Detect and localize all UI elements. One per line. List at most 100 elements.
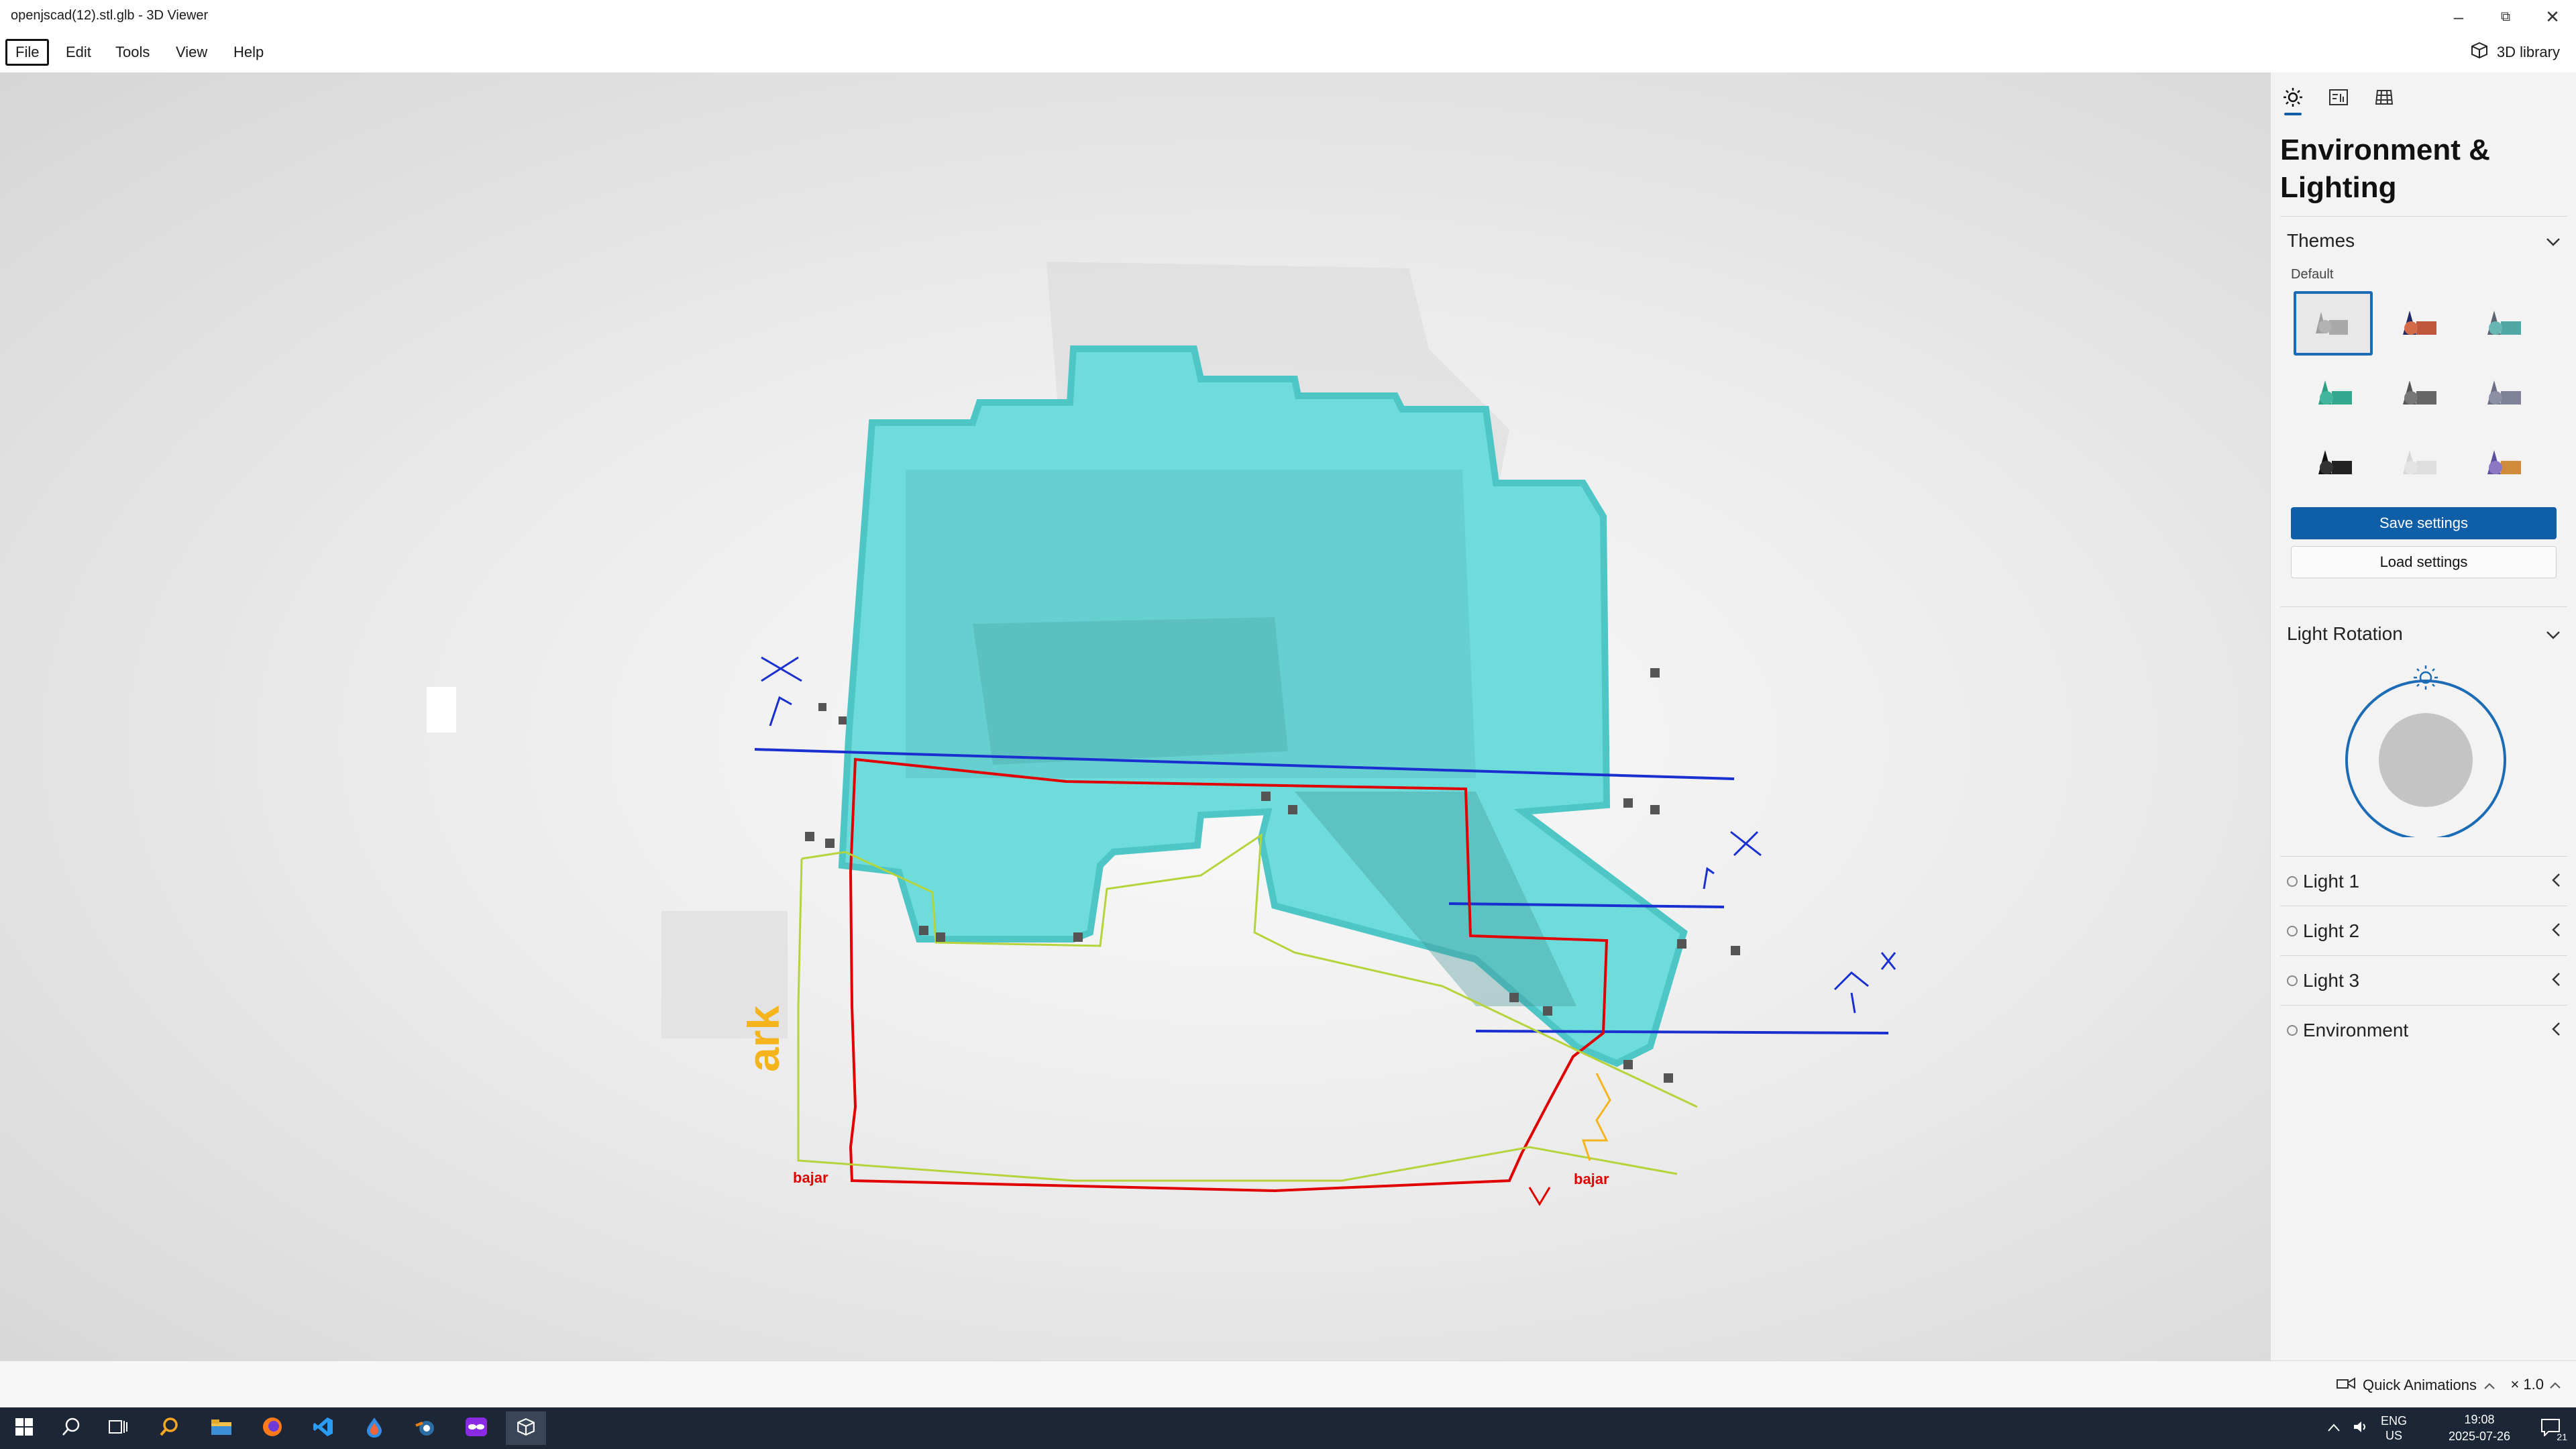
theme-thumb-icon bbox=[2318, 380, 2352, 405]
sun-handle-icon bbox=[2414, 665, 2438, 690]
light-1-label: Light 1 bbox=[2303, 870, 2360, 892]
start-button[interactable] bbox=[4, 1411, 44, 1445]
model-scene bbox=[427, 262, 1896, 1206]
minimize-button[interactable]: – bbox=[2435, 0, 2482, 34]
close-button[interactable]: ✕ bbox=[2529, 0, 2576, 34]
load-settings-button[interactable]: Load settings bbox=[2291, 546, 2557, 578]
theme-thumb-icon bbox=[2403, 311, 2436, 335]
chevron-left-icon bbox=[2551, 920, 2561, 942]
theme-option[interactable] bbox=[2294, 291, 2373, 356]
taskbar-app-privacy[interactable] bbox=[456, 1411, 496, 1445]
divider bbox=[2280, 216, 2567, 217]
quick-animations-label: Quick Animations bbox=[2363, 1377, 2477, 1393]
window-title: openjscad(12).stl.glb - 3D Viewer bbox=[11, 8, 209, 23]
light-3-toggle[interactable] bbox=[2287, 975, 2298, 986]
blue-x-far-right bbox=[1833, 952, 1896, 1014]
light-2-toggle[interactable] bbox=[2287, 925, 2298, 936]
taskbar: ENG US 19:08 2025-07-26 21 bbox=[0, 1407, 2576, 1449]
light-3-row[interactable]: Light 3 bbox=[2280, 955, 2567, 1005]
notification-count: 21 bbox=[2557, 1431, 2567, 1442]
theme-option[interactable] bbox=[2463, 291, 2542, 356]
theme-thumb-icon bbox=[2487, 380, 2521, 405]
vscode-icon bbox=[313, 1416, 334, 1441]
restore-button[interactable]: ⧉ bbox=[2482, 0, 2529, 34]
chevron-up-icon[interactable] bbox=[2327, 1421, 2341, 1436]
theme-thumb-icon bbox=[2403, 450, 2436, 474]
animation-icon bbox=[2336, 1376, 2356, 1395]
taskbar-app-search[interactable] bbox=[149, 1411, 189, 1445]
light-3-label: Light 3 bbox=[2303, 969, 2360, 991]
zoom-control[interactable]: × 1.0 bbox=[2510, 1376, 2561, 1393]
close-icon: ✕ bbox=[2545, 6, 2560, 27]
theme-option[interactable] bbox=[2294, 431, 2373, 495]
menu-file[interactable]: File bbox=[5, 39, 50, 66]
themes-grid bbox=[2294, 291, 2542, 495]
light-1-row[interactable]: Light 1 bbox=[2280, 856, 2567, 906]
red-arrow bbox=[1528, 1187, 1551, 1206]
theme-thumb-icon bbox=[2487, 450, 2521, 474]
theme-option[interactable] bbox=[2378, 361, 2457, 425]
theme-option[interactable] bbox=[2463, 361, 2542, 425]
tab-stats[interactable] bbox=[2323, 82, 2354, 115]
light-rotation-title: Light Rotation bbox=[2287, 623, 2403, 644]
tab-grid[interactable] bbox=[2369, 82, 2400, 115]
environment-row[interactable]: Environment bbox=[2280, 1005, 2567, 1055]
3d-viewport[interactable]: bajar bajar ark bbox=[0, 72, 2270, 1360]
chevron-left-icon bbox=[2551, 970, 2561, 991]
task-view-button[interactable] bbox=[98, 1411, 138, 1445]
light-rotation-dial[interactable] bbox=[2342, 663, 2510, 841]
taskbar-app-vscode[interactable] bbox=[303, 1411, 343, 1445]
light-1-toggle[interactable] bbox=[2287, 875, 2298, 887]
mask-icon bbox=[465, 1417, 488, 1440]
theme-thumb-icon bbox=[2487, 311, 2521, 335]
bajar-label-left: bajar bbox=[793, 1169, 828, 1186]
taskbar-app-firefox[interactable] bbox=[252, 1411, 292, 1445]
tray-icons: ENG US bbox=[2327, 1407, 2407, 1449]
light-2-row[interactable]: Light 2 bbox=[2280, 906, 2567, 955]
theme-thumb-icon bbox=[2403, 380, 2436, 405]
stats-icon bbox=[2328, 89, 2349, 109]
themes-header[interactable]: Themes bbox=[2287, 224, 2561, 258]
search-button[interactable] bbox=[51, 1411, 91, 1445]
title-bar: openjscad(12).stl.glb - 3D Viewer – ⧉ ✕ bbox=[0, 0, 2576, 34]
white-marker bbox=[427, 687, 456, 733]
environment-label: Environment bbox=[2303, 1019, 2409, 1040]
environment-toggle[interactable] bbox=[2287, 1024, 2298, 1036]
light-rotation-header[interactable]: Light Rotation bbox=[2287, 617, 2561, 651]
menu-help[interactable]: Help bbox=[225, 39, 272, 66]
quick-animations-button[interactable]: Quick Animations bbox=[2336, 1376, 2496, 1395]
zoom-value: × 1.0 bbox=[2510, 1376, 2544, 1393]
speaker-icon[interactable] bbox=[2353, 1419, 2369, 1438]
3d-library-button[interactable]: 3D library bbox=[2470, 39, 2560, 66]
taskbar-app-explorer[interactable] bbox=[201, 1411, 241, 1445]
taskbar-app-drop[interactable] bbox=[354, 1411, 394, 1445]
model-inner-shade-2 bbox=[973, 617, 1288, 765]
taskbar-app-blender[interactable] bbox=[405, 1411, 445, 1445]
default-label: Default bbox=[2291, 267, 2334, 282]
save-settings-button[interactable]: Save settings bbox=[2291, 507, 2557, 539]
notification-icon: 21 bbox=[2540, 1417, 2567, 1442]
theme-option[interactable] bbox=[2463, 431, 2542, 495]
divider bbox=[2280, 606, 2567, 607]
theme-thumb-icon bbox=[2316, 312, 2348, 335]
menu-edit[interactable]: Edit bbox=[58, 39, 99, 66]
language-indicator[interactable]: ENG US bbox=[2381, 1413, 2407, 1443]
theme-option[interactable] bbox=[2378, 291, 2457, 356]
tab-lighting[interactable] bbox=[2277, 82, 2308, 115]
sun-icon bbox=[2283, 87, 2303, 111]
cube-icon bbox=[2470, 41, 2489, 64]
bajar-label-right: bajar bbox=[1574, 1171, 1609, 1187]
clock[interactable]: 19:08 2025-07-26 bbox=[2439, 1411, 2520, 1445]
theme-option[interactable] bbox=[2378, 431, 2457, 495]
theme-option[interactable] bbox=[2294, 361, 2373, 425]
taskbar-app-3d-viewer[interactable] bbox=[506, 1411, 546, 1445]
restore-icon: ⧉ bbox=[2500, 9, 2511, 24]
chevron-down-icon bbox=[2546, 623, 2561, 645]
notification-center-button[interactable]: 21 bbox=[2532, 1411, 2569, 1445]
light-2-label: Light 2 bbox=[2303, 920, 2360, 941]
menu-view[interactable]: View bbox=[168, 39, 215, 66]
chevron-down-icon bbox=[2546, 230, 2561, 252]
chevron-up-icon bbox=[2483, 1377, 2496, 1394]
chevron-left-icon bbox=[2551, 871, 2561, 892]
menu-tools[interactable]: Tools bbox=[107, 39, 158, 66]
